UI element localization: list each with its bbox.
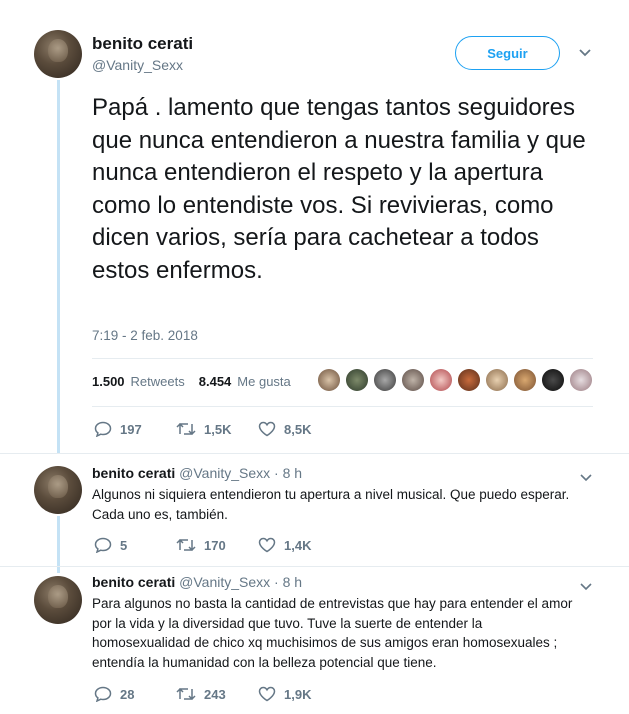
like-button[interactable]: 1,9K — [258, 686, 311, 702]
divider — [0, 566, 629, 567]
retweet-icon — [176, 537, 196, 553]
tweet-timestamp[interactable]: 7:19 - 2 feb. 2018 — [92, 328, 198, 343]
reply-meta[interactable]: @Vanity_Sexx · 8 h — [179, 574, 302, 590]
liker-avatar[interactable] — [402, 369, 424, 391]
reply-count: 28 — [120, 686, 135, 702]
reply-count: 197 — [120, 421, 142, 437]
thread-line — [57, 516, 60, 573]
like-count: 1,9K — [284, 686, 312, 702]
heart-icon — [258, 537, 276, 553]
liker-avatar[interactable] — [458, 369, 480, 391]
reply-icon — [94, 421, 112, 437]
avatar[interactable] — [34, 466, 82, 514]
like-count: 1,4K — [284, 537, 312, 553]
reply-line: Algunos ni siquiera entendieron tu apert… — [92, 487, 570, 502]
chevron-down-icon[interactable] — [578, 45, 592, 61]
retweets-count[interactable]: 1.500 — [92, 374, 125, 389]
follow-button[interactable]: Seguir — [455, 36, 560, 70]
reply-author-name[interactable]: benito cerati — [92, 465, 175, 481]
author-name[interactable]: benito cerati — [92, 34, 193, 54]
liker-avatar[interactable] — [514, 369, 536, 391]
reply-line: entendía la humanidad con la belleza pot… — [92, 654, 437, 670]
chevron-down-icon[interactable] — [580, 578, 592, 594]
reply-header: benito cerati @Vanity_Sexx · 8 h — [92, 465, 302, 481]
avatar[interactable] — [34, 30, 82, 78]
reply-actions: 5 170 1,4K — [94, 537, 311, 553]
divider — [92, 406, 593, 407]
reply-button[interactable]: 28 — [94, 686, 176, 702]
reply-text: Para algunos no basta la cantidad de ent… — [92, 594, 602, 672]
liker-avatar[interactable] — [542, 369, 564, 391]
divider — [0, 453, 629, 454]
reply-text: Algunos ni siquiera entendieron tu apert… — [92, 485, 602, 524]
tweet-text: Papá . lamento que tengas tantos seguido… — [92, 94, 586, 284]
reply-icon — [94, 537, 112, 553]
reply-line: por la vida y la diversidad que tuvo. Tu… — [92, 615, 483, 631]
retweets-label[interactable]: Retweets — [131, 374, 185, 389]
tweet-stats: 1.500 Retweets 8.454 Me gusta — [92, 374, 291, 389]
likes-count[interactable]: 8.454 — [199, 374, 232, 389]
reply-button[interactable]: 197 — [94, 421, 176, 437]
avatar[interactable] — [34, 576, 82, 624]
retweet-count: 1,5K — [204, 421, 232, 437]
liker-avatar[interactable] — [570, 369, 592, 391]
retweet-button[interactable]: 1,5K — [176, 421, 258, 437]
retweet-count: 243 — [204, 686, 226, 702]
heart-icon — [258, 686, 276, 702]
like-count: 8,5K — [284, 421, 312, 437]
retweet-icon — [176, 421, 196, 437]
retweet-icon — [176, 686, 196, 702]
liker-avatar[interactable] — [486, 369, 508, 391]
reply-actions: 28 243 1,9K — [94, 686, 311, 702]
like-button[interactable]: 8,5K — [258, 421, 311, 437]
liker-avatar[interactable] — [318, 369, 340, 391]
reply-author-name[interactable]: benito cerati — [92, 574, 175, 590]
reply-header: benito cerati @Vanity_Sexx · 8 h — [92, 574, 302, 590]
tweet-actions: 197 1,5K 8,5K — [94, 421, 311, 437]
divider — [92, 358, 593, 359]
reply-button[interactable]: 5 — [94, 537, 176, 553]
liker-avatar[interactable] — [430, 369, 452, 391]
reply-meta[interactable]: @Vanity_Sexx · 8 h — [179, 465, 302, 481]
heart-icon — [258, 421, 276, 437]
reply-line: Cada uno es, también. — [92, 506, 228, 522]
likers-avatars — [318, 369, 592, 391]
thread-line — [57, 80, 60, 453]
reply-line: Para algunos no basta la cantidad de ent… — [92, 596, 573, 611]
liker-avatar[interactable] — [346, 369, 368, 391]
chevron-down-icon[interactable] — [580, 469, 592, 485]
author-handle[interactable]: @Vanity_Sexx — [92, 57, 183, 73]
retweet-button[interactable]: 243 — [176, 686, 258, 702]
reply-icon — [94, 686, 112, 702]
reply-count: 5 — [120, 537, 128, 553]
liker-avatar[interactable] — [374, 369, 396, 391]
like-button[interactable]: 1,4K — [258, 537, 311, 553]
reply-line: homosexualidad de chico xq muchisimos de… — [92, 635, 558, 650]
retweet-button[interactable]: 170 — [176, 537, 258, 553]
likes-label[interactable]: Me gusta — [237, 374, 290, 389]
retweet-count: 170 — [204, 537, 226, 553]
